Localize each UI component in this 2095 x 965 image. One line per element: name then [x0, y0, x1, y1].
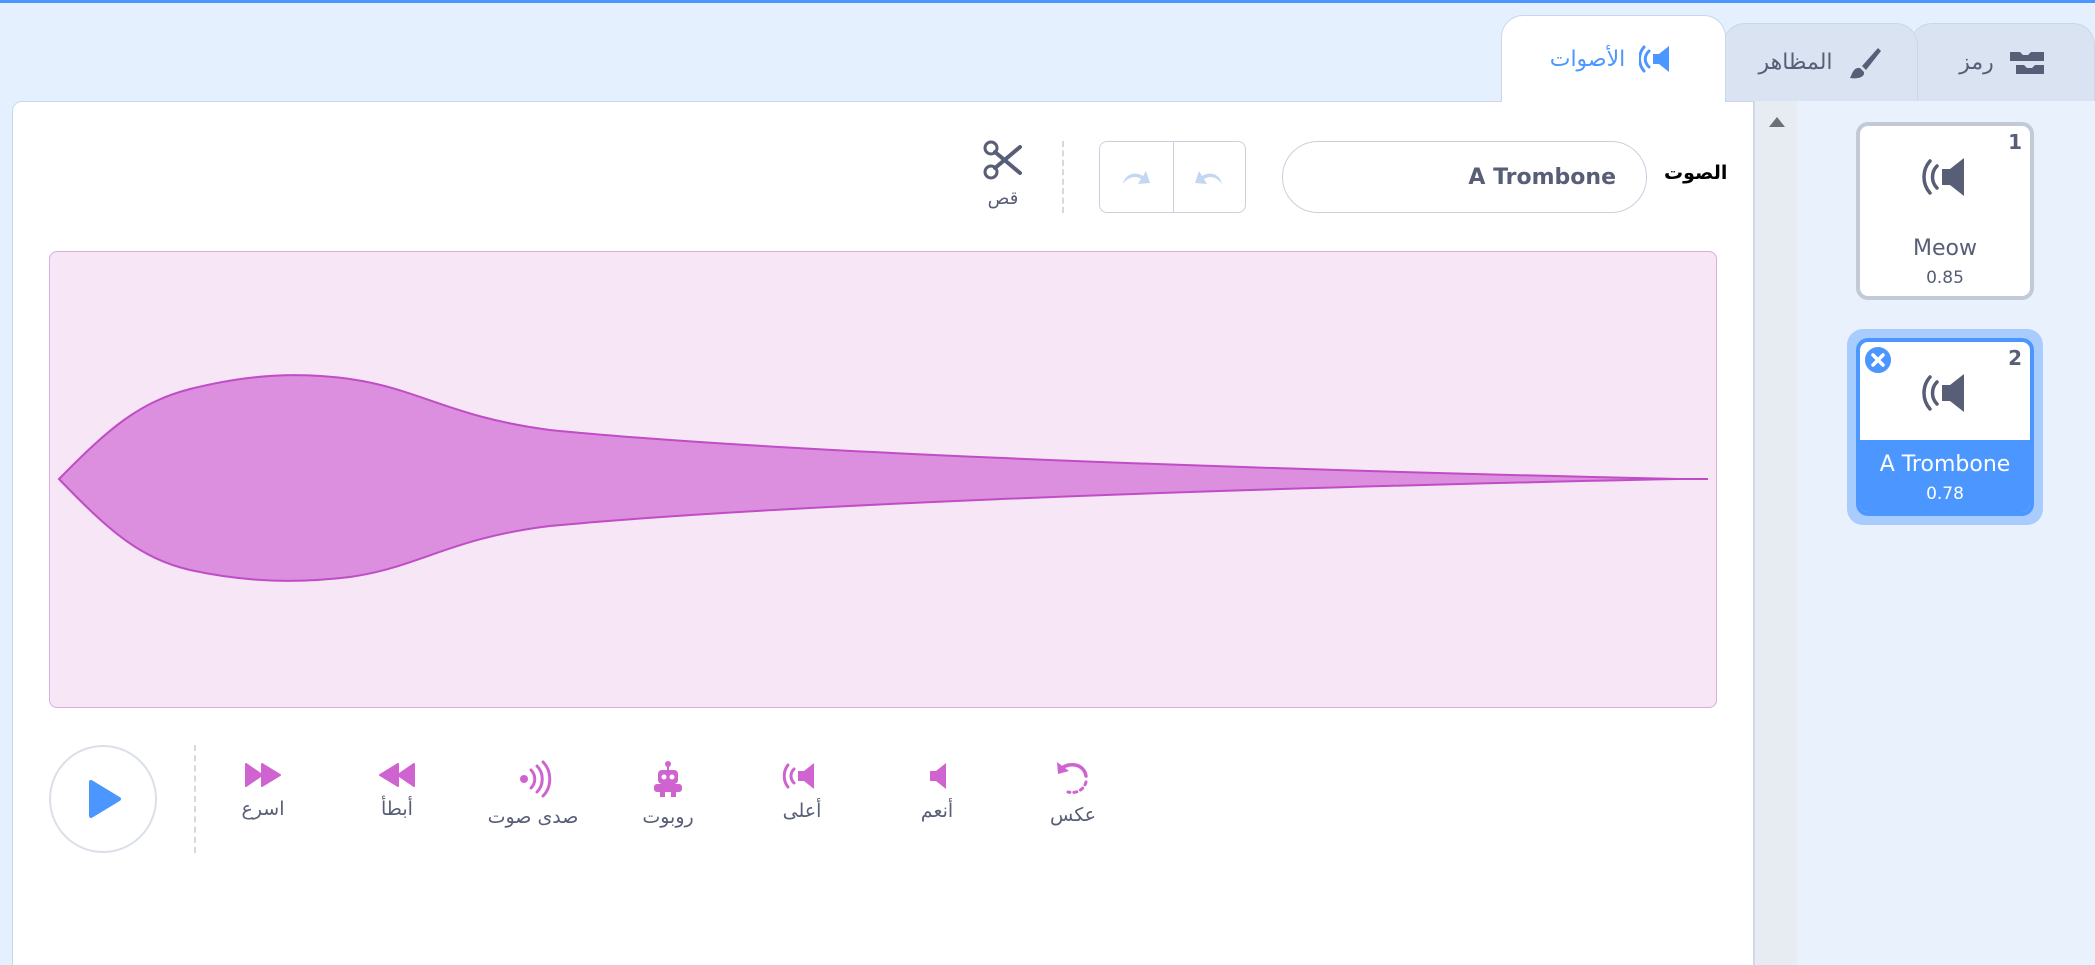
waveform-container[interactable] [49, 251, 1717, 708]
tab-code-label: رمز [1959, 50, 1994, 75]
scissors-icon [983, 140, 1022, 180]
effect-echo-button[interactable]: صدى صوت [478, 760, 588, 828]
paintbrush-icon [1849, 47, 1881, 78]
effect-softer-label: أنعم [920, 800, 954, 822]
tab-sounds[interactable]: الأصوات [1501, 15, 1726, 102]
sound-card-a-trombone[interactable]: 2 A Trombone 0.78 [1856, 338, 2034, 516]
play-button[interactable] [49, 745, 157, 853]
waveform [57, 374, 1708, 582]
sound-name: A Trombone [1879, 452, 2011, 477]
effect-slower-button[interactable]: أبطأ [342, 760, 452, 820]
effect-reverse-label: عكس [1049, 804, 1097, 826]
tab-code[interactable]: رمز [1910, 23, 2095, 101]
sound-index: 1 [2008, 130, 2022, 154]
speaker-icon [1639, 45, 1670, 73]
faster-icon [245, 763, 281, 787]
code-blocks-icon [2009, 51, 2044, 74]
trim-button[interactable]: قص [980, 140, 1026, 209]
undo-button[interactable] [1172, 142, 1246, 212]
effect-louder-label: أعلى [782, 800, 822, 822]
tab-costumes[interactable]: المظاهر [1723, 23, 1918, 101]
effect-robot-label: روبوت [642, 806, 694, 828]
sound-name-label: الصوت [1664, 162, 1728, 184]
speaker-icon [1922, 158, 1964, 196]
scroll-up-arrow-icon[interactable] [1769, 117, 1785, 127]
sound-list-scrollbar[interactable] [1754, 101, 1797, 965]
sound-card-meow[interactable]: 1 Meow 0.85 [1856, 122, 2034, 300]
sound-duration: 0.85 [1926, 268, 1964, 288]
effects-separator [194, 745, 196, 853]
echo-icon [520, 760, 552, 798]
speaker-icon [1922, 374, 1964, 412]
undo-icon [1195, 171, 1223, 184]
robot-icon [654, 761, 682, 797]
close-icon [1871, 353, 1885, 367]
effect-reverse-button[interactable]: عكس [1018, 760, 1128, 826]
effect-faster-button[interactable]: اسرع [208, 760, 318, 820]
tab-costumes-label: المظاهر [1758, 50, 1833, 75]
delete-sound-button[interactable] [1863, 345, 1893, 375]
redo-icon [1123, 171, 1151, 184]
softer-icon [930, 763, 946, 789]
effect-slower-label: أبطأ [381, 798, 413, 820]
effect-robot-button[interactable]: روبوت [613, 760, 723, 828]
slower-icon [379, 763, 415, 787]
play-icon [89, 780, 121, 818]
sound-name-input[interactable] [1282, 141, 1647, 213]
effect-softer-button[interactable]: أنعم [882, 760, 992, 822]
effect-faster-label: اسرع [241, 798, 285, 820]
sound-index: 2 [2008, 346, 2022, 370]
effect-louder-button[interactable]: أعلى [747, 760, 857, 822]
toolbar-separator [1062, 141, 1064, 213]
redo-button[interactable] [1100, 142, 1173, 212]
sound-name: Meow [1913, 236, 1977, 261]
reverse-icon [1057, 762, 1088, 794]
trim-label: قص [987, 188, 1019, 209]
tab-sounds-label: الأصوات [1549, 46, 1626, 72]
undo-redo-group [1099, 141, 1246, 213]
effect-echo-label: صدى صوت [487, 806, 579, 828]
louder-icon [782, 763, 814, 789]
sound-duration: 0.78 [1926, 484, 1964, 504]
top-accent-line [0, 0, 2095, 3]
